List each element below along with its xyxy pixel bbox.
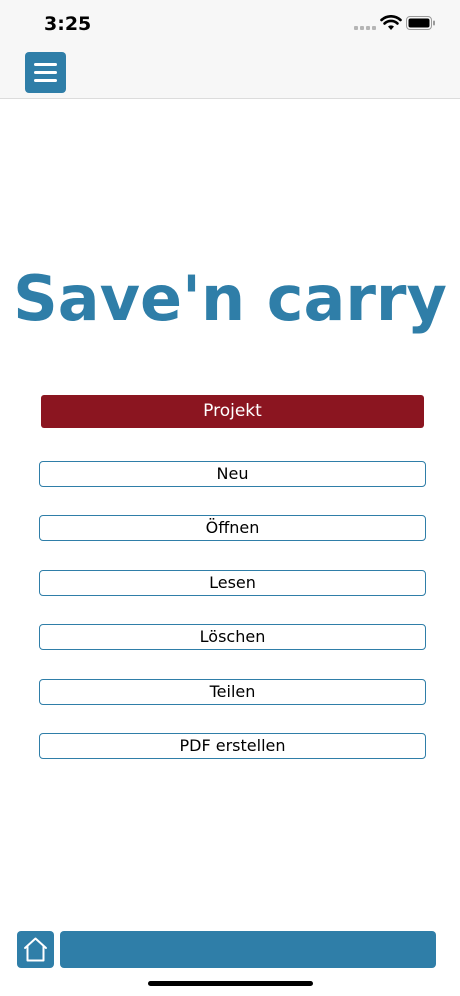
create-pdf-button[interactable]: PDF erstellen [39,733,426,759]
share-project-button[interactable]: Teilen [39,679,426,705]
section-header-projekt: Projekt [41,395,424,428]
home-icon [24,937,47,962]
new-project-button[interactable]: Neu [39,461,426,487]
open-project-button[interactable]: Öffnen [39,515,426,541]
cellular-signal-icon [354,26,376,30]
read-project-button[interactable]: Lesen [39,570,426,596]
status-bar: 3:25 [0,0,460,48]
app-title: Save'n carry [13,262,447,335]
battery-icon [406,16,435,30]
bottom-bar [60,931,436,968]
status-time: 3:25 [44,13,92,35]
delete-project-button[interactable]: Löschen [39,624,426,650]
wifi-icon [380,15,402,30]
home-indicator[interactable] [148,981,313,986]
menu-button[interactable] [25,52,66,93]
home-button[interactable] [17,931,54,968]
top-nav-bar [0,48,460,99]
